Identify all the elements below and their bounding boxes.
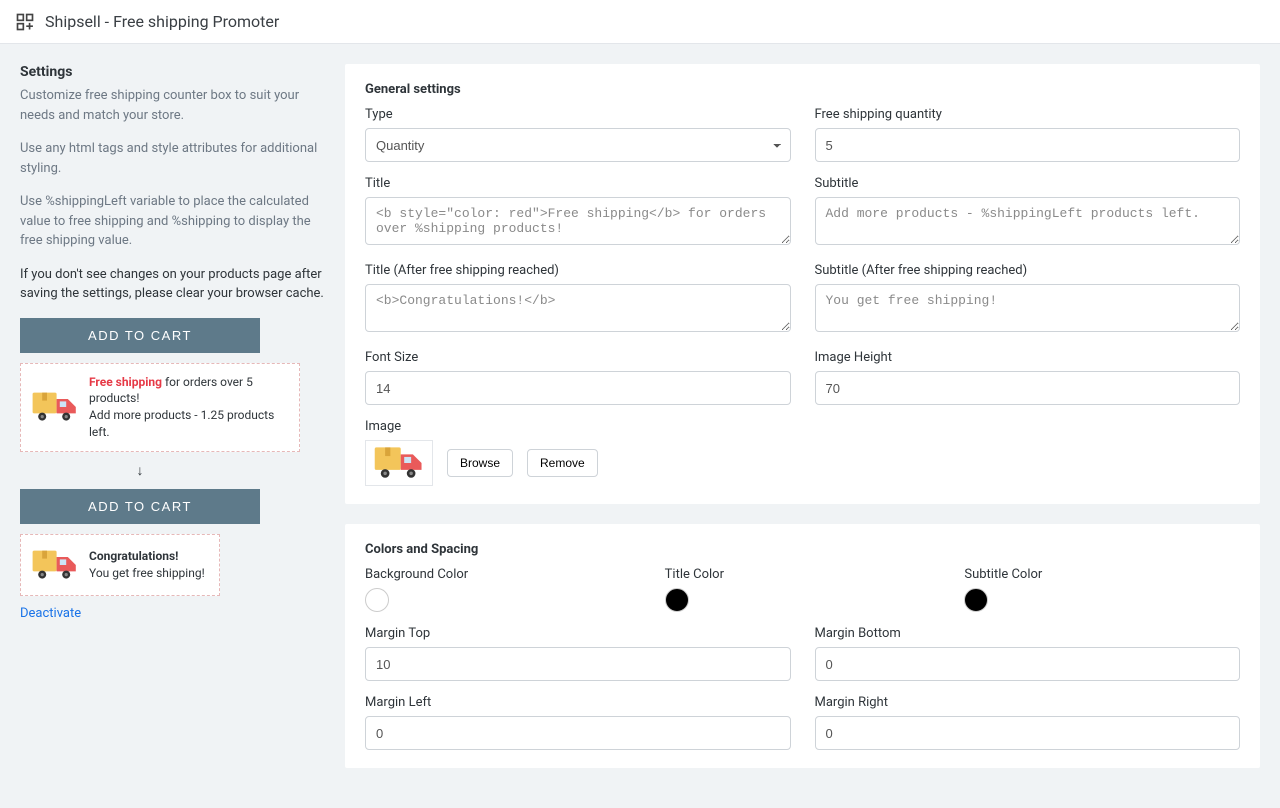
subtitle-color-label: Subtitle Color xyxy=(964,567,1240,582)
mr-label: Margin Right xyxy=(815,695,1241,710)
app-icon xyxy=(15,12,35,32)
arrow-down-icon: ↓ xyxy=(20,462,260,479)
general-heading: General settings xyxy=(365,82,1240,97)
qty-label: Free shipping quantity xyxy=(815,107,1241,122)
title-label: Title xyxy=(365,176,791,191)
font-input[interactable] xyxy=(365,371,791,405)
title-after-input[interactable]: <b>Congratulations!</b> xyxy=(365,284,791,332)
add-to-cart-button[interactable]: ADD TO CART xyxy=(20,318,260,353)
promo-free-label: Free shipping xyxy=(89,375,162,389)
mr-input[interactable] xyxy=(815,716,1241,750)
mb-label: Margin Bottom xyxy=(815,626,1241,641)
image-label: Image xyxy=(365,419,1240,434)
ml-label: Margin Left xyxy=(365,695,791,710)
font-label: Font Size xyxy=(365,350,791,365)
bg-color-label: Background Color xyxy=(365,567,641,582)
imgh-label: Image Height xyxy=(815,350,1241,365)
promo2-title: Congratulations! xyxy=(89,549,178,563)
truck-icon xyxy=(31,387,79,427)
sidebar-heading: Settings xyxy=(20,64,325,80)
promo-preview-after: Congratulations! You get free shipping! xyxy=(20,534,220,596)
colors-heading: Colors and Spacing xyxy=(365,542,1240,557)
topbar: Shipsell - Free shipping Promoter xyxy=(0,0,1280,44)
sidebar-p1: Customize free shipping counter box to s… xyxy=(20,86,325,125)
app-title: Shipsell - Free shipping Promoter xyxy=(45,12,279,31)
add-to-cart-button[interactable]: ADD TO CART xyxy=(20,489,260,524)
promo-preview-before: Free shipping for orders over 5 products… xyxy=(20,363,300,452)
qty-input[interactable] xyxy=(815,128,1241,162)
imgh-input[interactable] xyxy=(815,371,1241,405)
main: General settings Type Quantity Free ship… xyxy=(345,64,1260,788)
subtitle-color-swatch[interactable] xyxy=(964,588,988,612)
sidebar-p2: Use any html tags and style attributes f… xyxy=(20,139,325,178)
type-select[interactable]: Quantity xyxy=(365,128,791,162)
bg-color-swatch[interactable] xyxy=(365,588,389,612)
title-color-swatch[interactable] xyxy=(665,588,689,612)
title-color-label: Title Color xyxy=(665,567,941,582)
type-label: Type xyxy=(365,107,791,122)
title-after-label: Title (After free shipping reached) xyxy=(365,263,791,278)
mt-input[interactable] xyxy=(365,647,791,681)
sidebar-p3: Use %shippingLeft variable to place the … xyxy=(20,192,325,251)
image-thumb xyxy=(365,440,433,486)
remove-button[interactable]: Remove xyxy=(527,449,598,477)
mt-label: Margin Top xyxy=(365,626,791,641)
promo-sub: Add more products - 1.25 products left. xyxy=(89,408,274,439)
sidebar-p4: If you don't see changes on your product… xyxy=(20,265,325,304)
deactivate-link[interactable]: Deactivate xyxy=(20,606,81,621)
sidebar: Settings Customize free shipping counter… xyxy=(20,64,325,621)
subtitle-after-input[interactable]: You get free shipping! xyxy=(815,284,1241,332)
title-input[interactable]: <b style="color: red">Free shipping</b> … xyxy=(365,197,791,245)
truck-icon xyxy=(373,443,425,483)
ml-input[interactable] xyxy=(365,716,791,750)
colors-card: Colors and Spacing Background Color Titl… xyxy=(345,524,1260,768)
subtitle-after-label: Subtitle (After free shipping reached) xyxy=(815,263,1241,278)
browse-button[interactable]: Browse xyxy=(447,449,513,477)
truck-icon xyxy=(31,545,79,585)
subtitle-input[interactable]: Add more products - %shippingLeft produc… xyxy=(815,197,1241,245)
promo2-sub: You get free shipping! xyxy=(89,566,205,580)
general-settings-card: General settings Type Quantity Free ship… xyxy=(345,64,1260,504)
mb-input[interactable] xyxy=(815,647,1241,681)
subtitle-label: Subtitle xyxy=(815,176,1241,191)
